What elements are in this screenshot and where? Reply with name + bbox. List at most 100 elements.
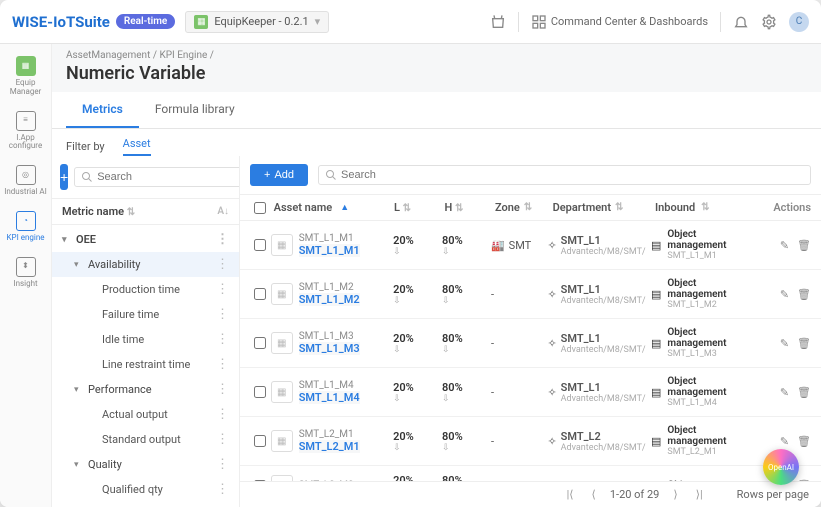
tree-node[interactable]: Standard output⋮ — [52, 427, 239, 452]
select-all-checkbox[interactable] — [254, 202, 266, 214]
col-dept[interactable]: Department ⇅ — [553, 201, 651, 214]
arrow-down-icon: ⇩ — [442, 394, 491, 404]
row-checkbox[interactable] — [254, 435, 266, 447]
brand-text: WISE-IoTSuite — [12, 13, 110, 31]
more-icon[interactable]: ⋮ — [216, 358, 229, 371]
asset-link[interactable]: SMT_L1_M2 — [299, 293, 360, 306]
delete-icon[interactable]: 🗑 — [797, 435, 811, 448]
tree-node[interactable]: ▾OEE⋮ — [52, 227, 239, 252]
asset-link[interactable]: SMT_L1_M1 — [299, 244, 360, 257]
inbound-icon: ▤ — [651, 288, 661, 301]
inbound-icon: ▤ — [651, 435, 661, 448]
command-center-link[interactable]: Command Center & Dashboards — [531, 14, 708, 30]
delete-icon[interactable]: 🗑 — [797, 239, 811, 252]
tree-node[interactable]: Idle time⋮ — [52, 327, 239, 352]
more-icon[interactable]: ⋮ — [216, 458, 229, 471]
more-icon[interactable]: ⋮ — [216, 333, 229, 346]
table-body: ▦SMT_L1_M1SMT_L1_M120%⇩80%⇩🏭 SMT✧SMT_L1A… — [240, 221, 821, 481]
page-prev-button[interactable]: ⟨ — [588, 488, 600, 501]
delete-icon[interactable]: 🗑 — [797, 337, 811, 350]
more-icon[interactable]: ⋮ — [216, 308, 229, 321]
row-checkbox[interactable] — [254, 386, 266, 398]
divider — [518, 12, 519, 32]
edit-icon[interactable]: ✎ — [780, 337, 789, 350]
avatar[interactable]: C — [789, 12, 809, 32]
app-icon: ▦ — [194, 15, 208, 29]
asset-search[interactable] — [318, 165, 811, 185]
rail-kpi-engine[interactable]: ◔ KPI engine — [2, 205, 50, 249]
metric-tree-panel: + Metric name ⇅ A↓ ▾OEE⋮▾Availability⋮Pr… — [52, 156, 240, 507]
row-checkbox[interactable] — [254, 337, 266, 349]
tree-node[interactable]: Failure time⋮ — [52, 302, 239, 327]
bell-icon[interactable] — [733, 14, 749, 30]
filter-asset[interactable]: Asset — [123, 137, 151, 156]
col-h[interactable]: H ⇅ — [444, 201, 491, 214]
tree-header[interactable]: Metric name ⇅ A↓ — [52, 198, 239, 225]
sliders-icon: ≡ — [16, 111, 36, 131]
tree-header-label: Metric name — [62, 205, 124, 218]
edit-icon[interactable]: ✎ — [780, 239, 789, 252]
col-l[interactable]: L ⇅ — [394, 201, 441, 214]
tab-metrics[interactable]: Metrics — [66, 92, 139, 128]
add-metric-button[interactable]: + — [60, 164, 68, 190]
more-icon[interactable]: ⋮ — [216, 258, 229, 271]
delete-icon[interactable]: 🗑 — [797, 288, 811, 301]
tab-formula-library[interactable]: Formula library — [139, 92, 251, 128]
table-row: ▦SMT_L1_M4SMT_L1_M420%⇩80%⇩-✧SMT_L1Advan… — [240, 368, 821, 417]
more-icon[interactable]: ⋮ — [216, 233, 229, 246]
row-checkbox[interactable] — [254, 288, 266, 300]
arrow-down-icon: ⇩ — [393, 247, 442, 257]
tree-node[interactable]: Defect qty⋮ — [52, 502, 239, 507]
metric-search[interactable] — [74, 167, 240, 187]
asset-link[interactable]: SMT_L1_M3 — [299, 342, 360, 355]
app-selector[interactable]: ▦ EquipKeeper - 0.2.1 ▾ — [185, 11, 329, 33]
tree-node[interactable]: ▾Performance⋮ — [52, 377, 239, 402]
edit-icon[interactable]: ✎ — [780, 386, 789, 399]
arrow-down-icon: ⇩ — [442, 247, 491, 257]
page-next-button[interactable]: ⟩ — [669, 488, 681, 501]
breadcrumb-asset[interactable]: AssetManagement — [66, 50, 150, 61]
more-icon[interactable]: ⋮ — [216, 483, 229, 496]
tabs: Metrics Formula library — [52, 92, 821, 129]
edit-icon[interactable]: ✎ — [780, 435, 789, 448]
tree-node[interactable]: Actual output⋮ — [52, 402, 239, 427]
page-last-button[interactable]: ⟩| — [692, 488, 707, 501]
marketplace-icon[interactable] — [490, 14, 506, 30]
more-icon[interactable]: ⋮ — [216, 383, 229, 396]
row-checkbox[interactable] — [254, 239, 266, 251]
more-icon[interactable]: ⋮ — [216, 433, 229, 446]
col-zone[interactable]: Zone ⇅ — [495, 201, 549, 214]
tree-node[interactable]: Production time⋮ — [52, 277, 239, 302]
breadcrumb-kpi[interactable]: KPI Engine — [159, 50, 207, 61]
table-header: Asset name▲ L ⇅ H ⇅ Zone ⇅ Department ⇅ … — [240, 194, 821, 221]
more-icon[interactable]: ⋮ — [216, 408, 229, 421]
table-row: ▦SMT_L1_M3SMT_L1_M320%⇩80%⇩-✧SMT_L1Advan… — [240, 319, 821, 368]
tree-node[interactable]: Line restraint time⋮ — [52, 352, 239, 377]
pagination: |⟨ ⟨ 1-20 of 29 ⟩ ⟩| Rows per page — [240, 481, 821, 507]
tree-node[interactable]: ▾Availability⋮ — [52, 252, 239, 277]
tree-node[interactable]: ▾Quality⋮ — [52, 452, 239, 477]
asset-search-input[interactable] — [341, 169, 804, 181]
rail-label: KPI engine — [7, 234, 45, 243]
rail-equip-manager[interactable]: ▦ Equip Manager — [2, 50, 50, 103]
chevron-down-icon: ▾ — [315, 15, 321, 28]
metric-search-input[interactable] — [97, 171, 239, 183]
rail-iapp-configure[interactable]: ≡ I.App configure — [2, 105, 50, 158]
edit-icon[interactable]: ✎ — [780, 288, 789, 301]
add-asset-button[interactable]: + Add — [250, 164, 308, 186]
sort-alpha-icon[interactable]: A↓ — [217, 206, 229, 217]
col-asset[interactable]: Asset name▲ — [274, 201, 390, 214]
openai-fab[interactable]: OpenAI — [763, 449, 799, 485]
gear-icon[interactable] — [761, 14, 777, 30]
rail-industrial-ai[interactable]: ◎ Industrial AI — [2, 159, 50, 203]
tree-node[interactable]: Qualified qty⋮ — [52, 477, 239, 502]
rail-label: Equip Manager — [2, 79, 50, 97]
page-first-button[interactable]: |⟨ — [563, 488, 578, 501]
asset-link[interactable]: SMT_L1_M4 — [299, 391, 360, 404]
delete-icon[interactable]: 🗑 — [797, 386, 811, 399]
rail-insight[interactable]: ⬍ Insight — [2, 251, 50, 295]
asset-link[interactable]: SMT_L2_M1 — [299, 440, 360, 453]
col-inbound[interactable]: Inbound ⇅ — [655, 201, 753, 214]
ai-icon: ◎ — [16, 165, 36, 185]
more-icon[interactable]: ⋮ — [216, 283, 229, 296]
